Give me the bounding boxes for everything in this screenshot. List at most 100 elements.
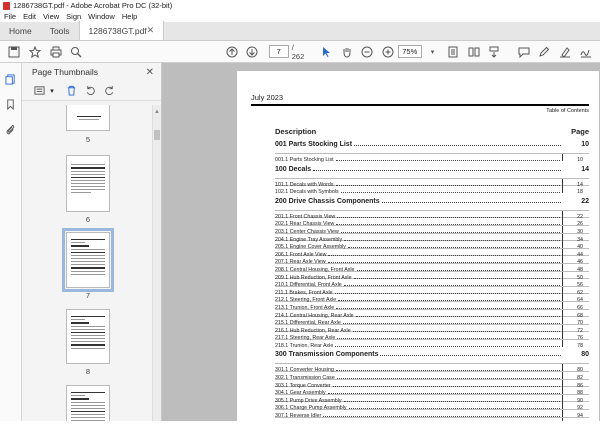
leader-dots <box>327 257 560 264</box>
page-thumbnail[interactable] <box>66 385 110 421</box>
menu-edit[interactable]: Edit <box>23 12 36 21</box>
search-icon[interactable] <box>70 45 83 59</box>
close-panel-icon[interactable]: ✕ <box>146 67 154 78</box>
toc-entry-page: 18 <box>577 189 583 196</box>
toc-entry-page: 10 <box>577 157 583 163</box>
scrollbar-thumb[interactable] <box>154 130 160 140</box>
fit-page-icon[interactable] <box>447 45 460 59</box>
toc-item[interactable]: 301.1 Converter Housing 80 <box>275 363 589 374</box>
highlight-icon[interactable] <box>559 45 572 59</box>
save-icon[interactable] <box>8 45 21 59</box>
toc-entry-page: 62 <box>577 289 583 296</box>
leader-dots <box>336 219 560 226</box>
rotate-left-icon[interactable] <box>83 84 97 98</box>
leader-dots <box>337 212 560 218</box>
hand-tool-icon[interactable] <box>340 45 353 59</box>
toc-entry-page: 68 <box>577 312 583 319</box>
toc-entry-text: 305.1 Pump Drive Assembly <box>275 397 342 404</box>
document-view[interactable]: July 2023 Table of Contents Description … <box>162 63 600 421</box>
page-layout-icon[interactable] <box>467 45 480 59</box>
toc-item[interactable]: 001.1 Parts Stocking List 10 <box>275 153 589 163</box>
description-header: Description <box>275 127 317 136</box>
toc-section[interactable]: 300 Transmission Components 80 <box>275 350 589 359</box>
toc-entry-text: 102.1 Decals with Symbols <box>275 189 339 196</box>
scroll-mode-icon[interactable] <box>488 45 501 59</box>
toc-item[interactable]: 308.1 Forward and Reverse Shaft96 <box>275 416 589 421</box>
chevron-down-icon[interactable]: ▾ <box>426 45 439 59</box>
toc-section[interactable]: 200 Drive Chassis Components 22 <box>275 197 589 206</box>
page-thumbnail[interactable] <box>66 155 110 212</box>
prev-page-icon[interactable] <box>226 45 239 59</box>
leader-dots <box>355 311 560 317</box>
tab-tools[interactable]: Tools <box>41 21 79 40</box>
toc-item[interactable]: 101.1 Decals with Words 14 <box>275 177 589 188</box>
menu-window[interactable]: Window <box>88 12 115 21</box>
toc-entry-text: 303.1 Torque Converter <box>275 382 331 389</box>
leader-dots <box>352 326 560 332</box>
zoom-level-value: 75% <box>402 47 418 56</box>
toc-entry-text: 001.1 Parts Stocking List <box>275 157 334 163</box>
thumbnail-scrollbar[interactable]: ▲ <box>152 105 161 421</box>
comment-icon[interactable] <box>518 45 531 59</box>
scroll-up-icon[interactable]: ▲ <box>154 109 160 115</box>
select-cursor-icon[interactable] <box>320 45 333 59</box>
panel-header: Page Thumbnails ✕ <box>22 63 161 81</box>
tab-document-label: 1286738GT.pdf <box>88 25 147 36</box>
tab-bar: Home Tools 1286738GT.pdf ✕ <box>0 21 600 41</box>
page-thumbnail[interactable] <box>62 228 114 292</box>
toc-entry-text: 201.1 Front Chassis View <box>275 213 336 220</box>
toc-item[interactable]: 201.1 Front Chassis View 22 <box>275 209 589 220</box>
tab-document[interactable]: 1286738GT.pdf ✕ <box>78 21 164 40</box>
sign-icon[interactable] <box>579 45 592 59</box>
leader-dots <box>343 396 560 402</box>
page-thumbnail[interactable] <box>66 105 110 131</box>
toc-entry-page: 92 <box>577 405 583 412</box>
menu-file[interactable]: File <box>4 12 16 21</box>
thumbnail-list[interactable]: 5 6 7 8 9 <box>22 105 150 421</box>
toc-entry-text: 300 Transmission Components <box>275 351 379 359</box>
toc-section[interactable]: 001 Parts Stocking List 10 <box>275 140 589 149</box>
thumbnail-label: 8 <box>85 367 91 376</box>
attachment-icon[interactable] <box>5 123 17 135</box>
leader-dots <box>356 265 560 271</box>
menu-help[interactable]: Help <box>122 12 137 21</box>
leader-dots <box>335 365 560 372</box>
toc-entry-page: 88 <box>577 390 583 397</box>
options-menu-icon[interactable] <box>32 84 46 98</box>
print-icon[interactable] <box>49 45 62 59</box>
toc-entry-page: 78 <box>577 342 583 349</box>
toc-entry-text: 301.1 Converter Housing <box>275 367 334 374</box>
page-thumbnails-icon[interactable] <box>5 73 17 85</box>
toc-section[interactable]: 100 Decals 14 <box>275 165 589 174</box>
page-number-input[interactable]: 7 <box>268 45 289 58</box>
menu-sign[interactable]: Sign <box>66 12 81 21</box>
rotate-right-icon[interactable] <box>102 84 116 98</box>
toc-entry-text: 207.1 Rear Axle View <box>275 259 326 266</box>
menu-view[interactable]: View <box>43 12 59 21</box>
zoom-level-select[interactable]: 75% <box>398 45 423 58</box>
main-toolbar: 7 / 262 75% ▾ <box>0 41 600 63</box>
page-thumbnail[interactable] <box>66 309 110 364</box>
bookmark-icon[interactable] <box>5 98 17 110</box>
toc-entry-page: 66 <box>577 304 583 311</box>
page-total: / 262 <box>291 42 305 61</box>
close-tab-icon[interactable]: ✕ <box>147 25 155 36</box>
zoom-out-icon[interactable] <box>361 45 374 59</box>
toc-entry-page: 50 <box>577 274 583 281</box>
leader-dots <box>334 288 560 294</box>
toc-entry-text: 100 Decals <box>275 165 312 173</box>
zoom-in-icon[interactable] <box>382 45 395 59</box>
chevron-down-icon[interactable]: ▾ <box>45 84 59 98</box>
next-page-icon[interactable] <box>246 45 259 59</box>
tab-home[interactable]: Home <box>0 21 41 40</box>
panel-toolbar: ▾ <box>22 81 161 101</box>
toc-entry-page: 10 <box>581 141 589 148</box>
star-icon[interactable] <box>28 45 42 59</box>
toc-entry-page: 80 <box>577 367 583 374</box>
toc-entry-text: 204.1 Engine Tray Assembly <box>275 236 343 243</box>
toc-entry-text: 200 Drive Chassis Components <box>275 197 380 205</box>
pen-icon[interactable] <box>538 45 551 59</box>
delete-page-icon[interactable] <box>64 84 78 98</box>
page-header: Page <box>571 127 589 136</box>
leader-dots <box>336 303 560 309</box>
